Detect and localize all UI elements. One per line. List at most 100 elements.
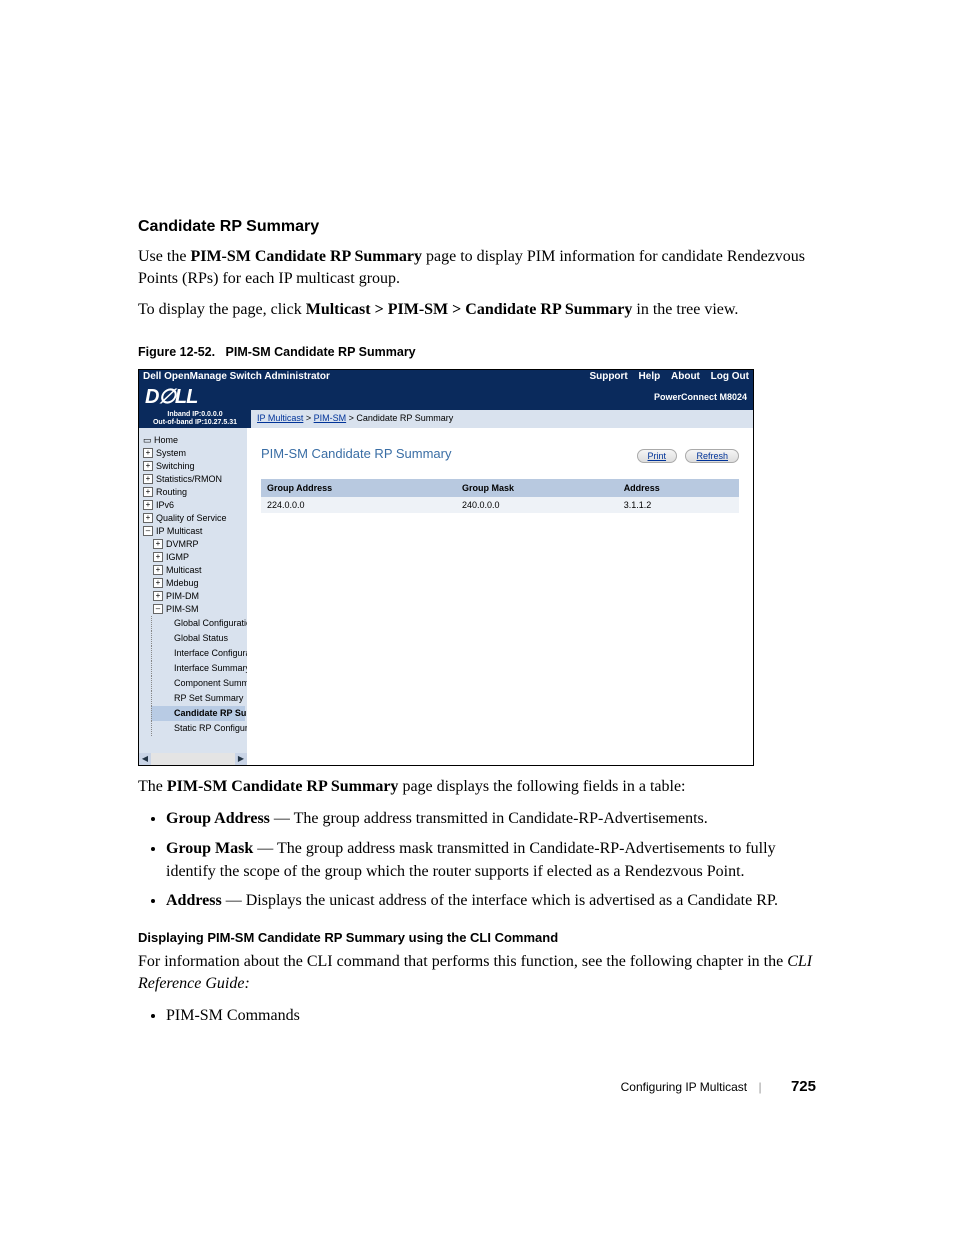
nav-paragraph: To display the page, click Multicast > P…	[138, 299, 818, 321]
header-links: Support Help About Log Out	[581, 370, 749, 384]
footer-chapter: Configuring IP Multicast	[621, 1080, 748, 1094]
expand-icon[interactable]: +	[153, 539, 163, 549]
link-logout[interactable]: Log Out	[711, 371, 749, 382]
tree-label: IP Multicast	[156, 526, 202, 536]
summary-table: Group Address Group Mask Address 224.0.0…	[261, 479, 739, 513]
text: For information about the CLI command th…	[138, 953, 787, 970]
collapse-icon[interactable]: –	[153, 604, 163, 614]
brand-bar: D∅LL PowerConnect M8024	[139, 384, 753, 410]
link-about[interactable]: About	[671, 371, 700, 382]
tree-label: Multicast	[166, 565, 202, 575]
tree-static-rp[interactable]: Static RP Configurati	[151, 721, 245, 736]
after-figure-paragraph: The PIM-SM Candidate RP Summary page dis…	[138, 776, 818, 798]
cli-heading: Displaying PIM-SM Candidate RP Summary u…	[138, 930, 818, 945]
ip-info: Inband IP:0.0.0.0 Out-of-band IP:10.27.5…	[139, 410, 251, 428]
th-address: Address	[618, 479, 739, 497]
breadcrumb: IP Multicast > PIM-SM > Candidate RP Sum…	[251, 410, 459, 428]
list-item: Address — Displays the unicast address o…	[166, 889, 818, 912]
tree-pimdm[interactable]: +PIM-DM	[143, 590, 245, 603]
th-group-mask: Group Mask	[456, 479, 618, 497]
figure-title: PIM-SM Candidate RP Summary	[226, 345, 416, 359]
tree-igmp[interactable]: +IGMP	[143, 551, 245, 564]
scroll-left-icon[interactable]: ◀	[139, 753, 151, 765]
cell-address: 3.1.1.2	[618, 497, 739, 513]
tree-multicast[interactable]: +Multicast	[143, 564, 245, 577]
tree-iface-summary[interactable]: Interface Summary	[151, 661, 245, 676]
tree-switching[interactable]: +Switching	[143, 460, 245, 473]
info-band: Inband IP:0.0.0.0 Out-of-band IP:10.27.5…	[139, 410, 753, 428]
expand-icon[interactable]: +	[153, 578, 163, 588]
tree-mdebug[interactable]: +Mdebug	[143, 577, 245, 590]
term: Address	[166, 892, 222, 909]
expand-icon[interactable]: +	[143, 474, 153, 484]
tree-pimsm[interactable]: –PIM-SM	[143, 603, 245, 616]
field-list: Group Address — The group address transm…	[166, 807, 818, 912]
expand-icon[interactable]: +	[143, 487, 153, 497]
app-title: Dell OpenManage Switch Administrator	[143, 370, 330, 384]
expand-icon[interactable]: +	[153, 565, 163, 575]
link-help[interactable]: Help	[639, 371, 661, 382]
crumb-pimsm[interactable]: PIM-SM	[314, 413, 347, 423]
tree-label: Quality of Service	[156, 513, 227, 523]
expand-icon[interactable]: +	[143, 448, 153, 458]
tree-label: System	[156, 448, 186, 458]
term: Group Address	[166, 810, 270, 827]
term: Group Mask	[166, 840, 253, 857]
text: The	[138, 778, 167, 795]
text-bold: PIM-SM Candidate RP Summary	[190, 248, 422, 265]
nav-tree[interactable]: ▭ Home +System +Switching +Statistics/RM…	[139, 428, 247, 765]
text: Use the	[138, 248, 190, 265]
tree-home[interactable]: ▭ Home	[143, 434, 245, 447]
tree-rpset-summary[interactable]: RP Set Summary	[151, 691, 245, 706]
tree-label: Mdebug	[166, 578, 199, 588]
cli-list: PIM-SM Commands	[166, 1004, 818, 1027]
tree-global-status[interactable]: Global Status	[151, 631, 245, 646]
figure-number: Figure 12-52.	[138, 345, 215, 359]
crumb-ipmulticast[interactable]: IP Multicast	[257, 413, 303, 423]
tree-qos[interactable]: +Quality of Service	[143, 512, 245, 525]
tree-label: Switching	[156, 461, 195, 471]
refresh-button[interactable]: Refresh	[685, 449, 739, 463]
cell-group-mask: 240.0.0.0	[456, 497, 618, 513]
tree-comp-summary[interactable]: Component Summary	[151, 676, 245, 691]
tree-label: Home	[154, 435, 178, 445]
tree-stats[interactable]: +Statistics/RMON	[143, 473, 245, 486]
tree-iface-config[interactable]: Interface Configuration	[151, 646, 245, 661]
list-item: Group Address — The group address transm…	[166, 807, 818, 830]
cli-paragraph: For information about the CLI command th…	[138, 951, 818, 994]
th-group-address: Group Address	[261, 479, 456, 497]
tree-label: Statistics/RMON	[156, 474, 222, 484]
window-titlebar: Dell OpenManage Switch Administrator Sup…	[139, 370, 753, 384]
footer-page-number: 725	[791, 1078, 816, 1095]
text: in the tree view.	[632, 301, 738, 318]
scroll-right-icon[interactable]: ▶	[235, 753, 247, 765]
tree-global-config[interactable]: Global Configuration	[151, 616, 245, 631]
collapse-icon[interactable]: –	[143, 526, 153, 536]
expand-icon[interactable]: +	[143, 513, 153, 523]
expand-icon[interactable]: +	[153, 552, 163, 562]
print-button[interactable]: Print	[637, 449, 678, 463]
tree-label: Routing	[156, 487, 187, 497]
crumb-tail: > Candidate RP Summary	[346, 413, 453, 423]
list-item: Group Mask — The group address mask tran…	[166, 837, 818, 883]
tree-dvmrp[interactable]: +DVMRP	[143, 538, 245, 551]
tree-ipv6[interactable]: +IPv6	[143, 499, 245, 512]
cell-group-address: 224.0.0.0	[261, 497, 456, 513]
tree-label: DVMRP	[166, 539, 199, 549]
inband-ip: Inband IP:0.0.0.0	[141, 411, 249, 419]
admin-screenshot: Dell OpenManage Switch Administrator Sup…	[138, 369, 754, 766]
expand-icon[interactable]: +	[143, 500, 153, 510]
tree-hscrollbar[interactable]: ◀ ▶	[139, 753, 247, 765]
tree-ipmulticast[interactable]: –IP Multicast	[143, 525, 245, 538]
footer-separator: |	[759, 1080, 762, 1094]
link-support[interactable]: Support	[589, 371, 627, 382]
text-bold: Multicast > PIM-SM > Candidate RP Summar…	[306, 301, 633, 318]
tree-routing[interactable]: +Routing	[143, 486, 245, 499]
oob-ip: Out-of-band IP:10.27.5.31	[141, 419, 249, 427]
expand-icon[interactable]: +	[153, 591, 163, 601]
desc: — The group address transmitted in Candi…	[270, 810, 708, 827]
tree-candidate-rp[interactable]: Candidate RP Summ	[151, 706, 245, 721]
expand-icon[interactable]: +	[143, 461, 153, 471]
text: page displays the following fields in a …	[398, 778, 685, 795]
tree-system[interactable]: +System	[143, 447, 245, 460]
